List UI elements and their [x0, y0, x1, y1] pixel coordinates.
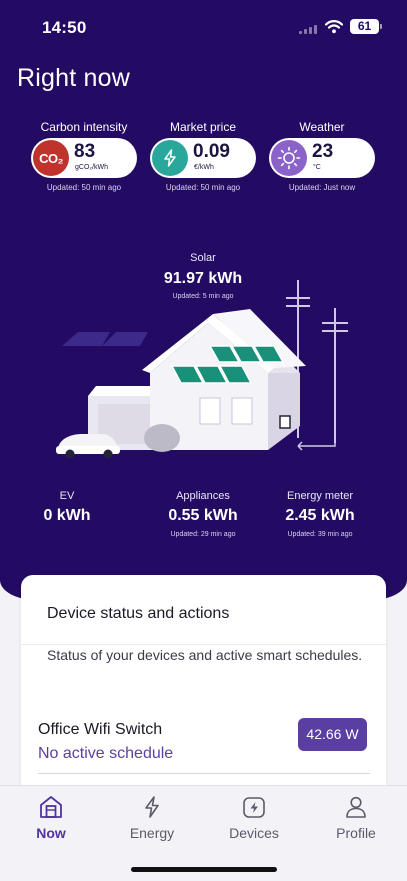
carbon-intensity-widget[interactable]: Carbon intensity CO₂ 83 gCO₂/kWh Updated… [31, 120, 137, 192]
energy-meter-label: Energy meter [286, 490, 354, 502]
carbon-intensity-unit: gCO₂/kWh [75, 164, 109, 171]
tab-profile[interactable]: Profile [316, 794, 396, 841]
status-time: 14:50 [42, 18, 87, 37]
energy-meter-updated: Updated: 39 min ago [287, 531, 353, 538]
device-icon [243, 797, 265, 818]
market-price-label: Market price [169, 120, 237, 134]
cellular-signal-icon [299, 24, 319, 34]
solar-label: Solar [190, 252, 216, 264]
lightning-icon [152, 140, 188, 176]
co2-icon: CO₂ [33, 140, 69, 176]
weather-value: 23 [312, 141, 334, 162]
weather-updated: Updated: Just now [288, 183, 356, 192]
page-title: Right now [17, 64, 130, 92]
lightning-icon [145, 796, 159, 818]
weather-label: Weather [299, 120, 345, 134]
status-bar: 14:50 61 [0, 14, 407, 40]
device-status-card: Device status and actions Status of your… [21, 575, 386, 805]
market-price-unit: €/kWh [194, 164, 214, 171]
tab-energy[interactable]: Energy [112, 794, 192, 841]
device-name[interactable]: Office Wifi Switch [38, 721, 162, 739]
card-description: Status of your devices and active smart … [47, 647, 363, 663]
market-price-widget[interactable]: Market price 0.09 €/kWh Updated: 50 min … [150, 120, 256, 192]
wifi-icon [325, 20, 343, 34]
ev-stat[interactable]: EV 0 kWh [27, 490, 107, 525]
energy-meter-value: 2.45 kWh [285, 507, 355, 524]
tab-devices[interactable]: Devices [214, 794, 294, 841]
tab-devices-label: Devices [229, 825, 279, 841]
carbon-intensity-value: 83 [74, 141, 96, 162]
appliances-updated: Updated: 29 min ago [170, 531, 236, 538]
home-indicator [131, 867, 277, 872]
carbon-intensity-pill: CO₂ 83 gCO₂/kWh [31, 138, 137, 178]
energy-meter-stat[interactable]: Energy meter 2.45 kWh Updated: 39 min ag… [272, 490, 368, 538]
device-schedule[interactable]: No active schedule [38, 745, 173, 763]
hero-panel: 14:50 61 Right now Carbon intensity CO₂ … [0, 0, 407, 600]
market-price-pill: 0.09 €/kWh [150, 138, 256, 178]
appliances-label: Appliances [176, 490, 230, 502]
ev-value: 0 kWh [43, 507, 91, 524]
house-illustration [56, 280, 348, 459]
device-divider [38, 773, 370, 774]
weather-pill: 23 °C [269, 138, 375, 178]
weather-unit: °C [313, 164, 321, 171]
card-header: Device status and actions [21, 575, 386, 645]
tab-now-label: Now [36, 825, 66, 841]
co2-icon-text: CO₂ [39, 150, 63, 166]
profile-icon [346, 796, 366, 818]
tab-energy-label: Energy [129, 825, 175, 841]
carbon-intensity-updated: Updated: 50 min ago [46, 183, 122, 192]
home-icon [40, 796, 62, 818]
carbon-intensity-label: Carbon intensity [40, 120, 128, 134]
power-badge[interactable]: 42.66 W [298, 718, 367, 751]
ev-label: EV [59, 490, 75, 502]
market-price-updated: Updated: 50 min ago [165, 183, 241, 192]
appliances-stat[interactable]: Appliances 0.55 kWh Updated: 29 min ago [148, 490, 258, 538]
tab-now[interactable]: Now [11, 794, 91, 841]
weather-widget[interactable]: Weather 23 °C Updated: Just now [269, 120, 375, 192]
tab-profile-label: Profile [336, 825, 376, 841]
card-title: Device status and actions [47, 605, 230, 622]
sun-icon [271, 140, 307, 176]
market-price-value: 0.09 [193, 141, 230, 162]
appliances-value: 0.55 kWh [168, 507, 238, 524]
battery-icon: 61 [350, 19, 382, 34]
